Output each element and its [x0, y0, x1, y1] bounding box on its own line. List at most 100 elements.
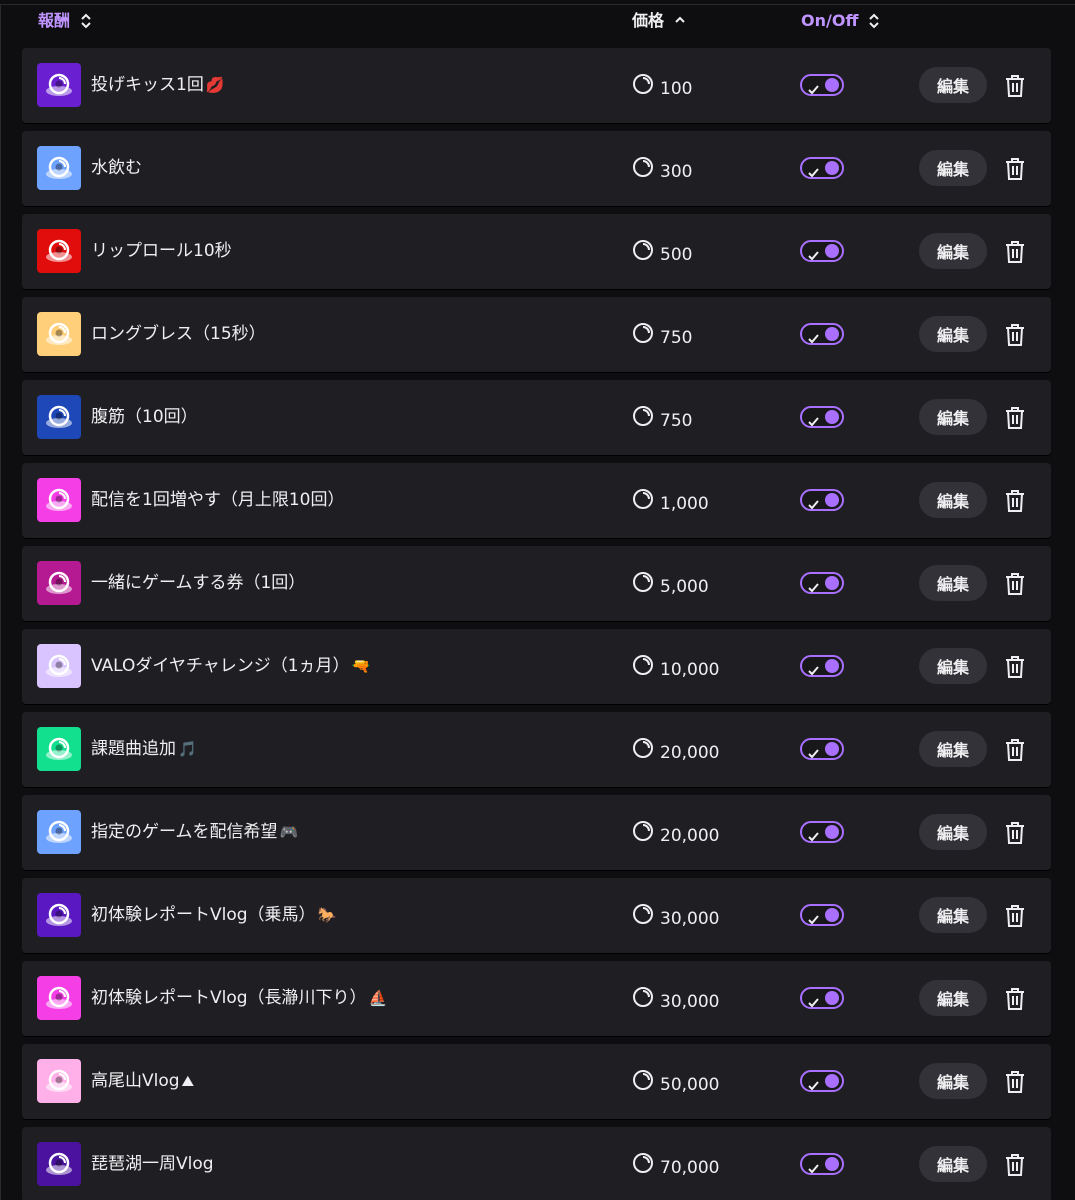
- enable-toggle[interactable]: [800, 738, 844, 760]
- toggle-knob: [825, 659, 839, 673]
- price-column-label: 価格: [632, 11, 665, 30]
- reward-row: 初体験レポートVlog（乗馬） 🐎 30,000 編集: [22, 878, 1051, 953]
- trash-icon[interactable]: [1004, 323, 1026, 347]
- trash-icon[interactable]: [1004, 987, 1026, 1011]
- edit-button[interactable]: 編集: [919, 67, 987, 103]
- enable-toggle[interactable]: [800, 1153, 844, 1175]
- onoff-column-label: On/Off: [801, 11, 859, 30]
- enable-toggle[interactable]: [800, 904, 844, 926]
- checkmark-icon: [808, 827, 819, 846]
- trash-icon[interactable]: [1004, 406, 1026, 430]
- reward-cost-value: 750: [660, 328, 693, 348]
- trash-icon[interactable]: [1004, 655, 1026, 679]
- edit-button[interactable]: 編集: [919, 399, 987, 435]
- trash-icon[interactable]: [1004, 904, 1026, 928]
- edit-button[interactable]: 編集: [919, 1063, 987, 1099]
- edit-button[interactable]: 編集: [919, 980, 987, 1016]
- trash-icon[interactable]: [1004, 489, 1026, 513]
- edit-button[interactable]: 編集: [919, 731, 987, 767]
- trash-icon[interactable]: [1004, 572, 1026, 596]
- checkmark-icon: [808, 246, 819, 265]
- enable-toggle[interactable]: [800, 655, 844, 677]
- enable-toggle[interactable]: [800, 821, 844, 843]
- reward-cost-value: 30,000: [660, 992, 720, 1012]
- reward-cost: 1,000: [632, 487, 709, 515]
- reward-title-text: 指定のゲームを配信希望: [91, 822, 278, 842]
- enable-toggle[interactable]: [800, 406, 844, 428]
- toggle-knob: [825, 1074, 839, 1088]
- reward-cost-value: 500: [660, 245, 693, 265]
- channel-points-reward-icon: [37, 63, 81, 107]
- reward-title-text: 初体験レポートVlog（乗馬）: [91, 905, 316, 925]
- trash-icon[interactable]: [1004, 821, 1026, 845]
- edit-button[interactable]: 編集: [919, 648, 987, 684]
- edit-button[interactable]: 編集: [919, 565, 987, 601]
- reward-title: 初体験レポートVlog（長瀞川下り） ⛵: [91, 987, 387, 1009]
- edit-button[interactable]: 編集: [919, 482, 987, 518]
- edit-button[interactable]: 編集: [919, 150, 987, 186]
- reward-title-text: 水飲む: [91, 158, 142, 178]
- toggle-knob: [825, 327, 839, 341]
- checkmark-icon: [808, 163, 819, 182]
- reward-title-text: 課題曲追加: [91, 739, 176, 759]
- reward-row: 投げキッス1回 💋 100 編集: [22, 48, 1051, 123]
- reward-row: 水飲む 300 編集: [22, 131, 1051, 206]
- reward-row: 指定のゲームを配信希望 🎮 20,000 編集: [22, 795, 1051, 870]
- enable-toggle[interactable]: [800, 240, 844, 262]
- channel-points-icon: [632, 1152, 654, 1178]
- trash-icon[interactable]: [1004, 240, 1026, 264]
- reward-cost: 50,000: [632, 1068, 719, 1096]
- reward-title-text: リップロール10秒: [91, 241, 232, 261]
- channel-points-icon: [632, 986, 654, 1012]
- reward-emoji-icon: ⛵: [368, 989, 388, 1007]
- reward-row: 一緒にゲームする券（1回） 5,000 編集: [22, 546, 1051, 621]
- edit-button[interactable]: 編集: [919, 1146, 987, 1182]
- enable-toggle[interactable]: [800, 987, 844, 1009]
- edit-button[interactable]: 編集: [919, 233, 987, 269]
- channel-points-icon: [632, 1069, 654, 1095]
- reward-cost-value: 50,000: [660, 1075, 720, 1095]
- trash-icon[interactable]: [1004, 1153, 1026, 1177]
- reward-cost: 750: [632, 404, 692, 432]
- sort-updown-icon: [80, 13, 92, 29]
- trash-icon[interactable]: [1004, 157, 1026, 181]
- trash-icon[interactable]: [1004, 74, 1026, 98]
- trash-icon[interactable]: [1004, 1070, 1026, 1094]
- sort-by-reward[interactable]: 報酬: [38, 11, 92, 31]
- toggle-knob: [825, 161, 839, 175]
- enable-toggle[interactable]: [800, 157, 844, 179]
- reward-emoji-icon: ⛰: [181, 1072, 195, 1090]
- enable-toggle[interactable]: [800, 1070, 844, 1092]
- enable-toggle[interactable]: [800, 323, 844, 345]
- reward-cost-value: 300: [660, 162, 693, 182]
- channel-points-reward-icon: [37, 1059, 81, 1103]
- reward-title: 課題曲追加 🎵: [91, 738, 197, 760]
- edit-button[interactable]: 編集: [919, 897, 987, 933]
- reward-title-text: 初体験レポートVlog（長瀞川下り）: [91, 988, 367, 1008]
- reward-cost: 500: [632, 238, 692, 266]
- edit-button[interactable]: 編集: [919, 814, 987, 850]
- reward-row: 琵琶湖一周Vlog 70,000 編集: [22, 1127, 1051, 1200]
- reward-title-text: 腹筋（10回）: [91, 407, 198, 427]
- sort-by-price[interactable]: 価格: [632, 11, 686, 31]
- edit-button[interactable]: 編集: [919, 316, 987, 352]
- checkmark-icon: [808, 412, 819, 431]
- channel-points-reward-icon: [37, 810, 81, 854]
- enable-toggle[interactable]: [800, 74, 844, 96]
- checkmark-icon: [808, 744, 819, 763]
- enable-toggle[interactable]: [800, 489, 844, 511]
- reward-cost: 70,000: [632, 1151, 719, 1179]
- channel-points-reward-icon: [37, 1142, 81, 1186]
- trash-icon[interactable]: [1004, 738, 1026, 762]
- sort-by-onoff[interactable]: On/Off: [801, 11, 880, 31]
- channel-points-icon: [632, 405, 654, 431]
- reward-cost-value: 750: [660, 411, 693, 431]
- reward-title: 高尾山Vlog ⛰: [91, 1070, 194, 1092]
- toggle-knob: [825, 825, 839, 839]
- reward-title-text: 一緒にゲームする券（1回）: [91, 573, 306, 593]
- reward-cost: 30,000: [632, 985, 719, 1013]
- reward-row: 腹筋（10回） 750 編集: [22, 380, 1051, 455]
- channel-points-icon: [632, 239, 654, 265]
- reward-cost-value: 20,000: [660, 743, 720, 763]
- enable-toggle[interactable]: [800, 572, 844, 594]
